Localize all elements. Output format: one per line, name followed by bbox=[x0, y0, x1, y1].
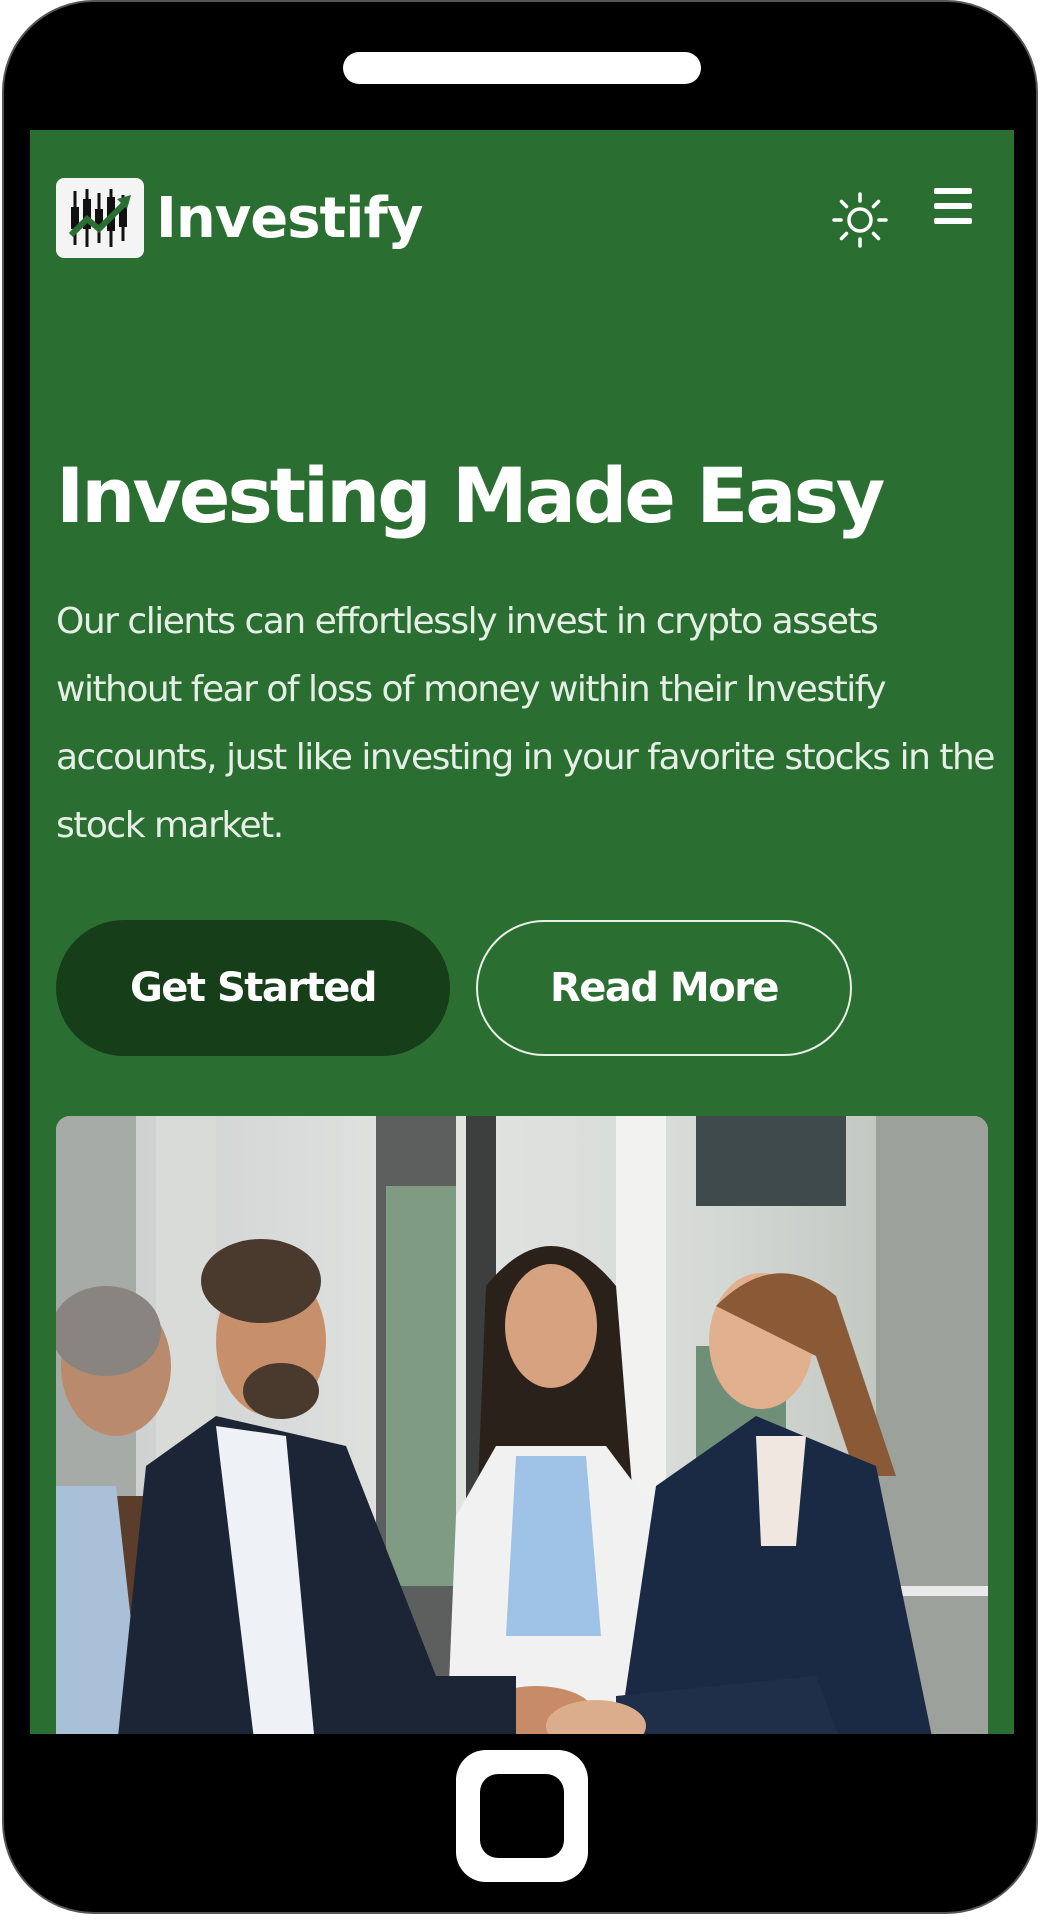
get-started-button[interactable]: Get Started bbox=[56, 920, 450, 1056]
app-screen: Investify Investing Made Easy Our client… bbox=[30, 130, 1014, 1734]
candlestick-chart-icon bbox=[56, 178, 144, 258]
hamburger-menu-icon[interactable] bbox=[930, 188, 976, 232]
hero-photo-business-people bbox=[56, 1116, 988, 1734]
site-header: Investify bbox=[30, 130, 1014, 300]
hero-title: Investing Made Easy bbox=[56, 451, 885, 540]
phone-frame: Investify Investing Made Easy Our client… bbox=[2, 0, 1038, 1914]
hero-description: Our clients can effortlessly invest in c… bbox=[56, 601, 995, 846]
sun-icon bbox=[832, 192, 888, 248]
phone-home-button[interactable] bbox=[456, 1750, 588, 1882]
brand-logo[interactable]: Investify bbox=[56, 178, 423, 258]
theme-toggle-button[interactable] bbox=[830, 190, 890, 250]
brand-name: Investify bbox=[156, 185, 423, 251]
phone-speaker bbox=[343, 52, 701, 84]
read-more-button[interactable]: Read More bbox=[476, 920, 852, 1056]
